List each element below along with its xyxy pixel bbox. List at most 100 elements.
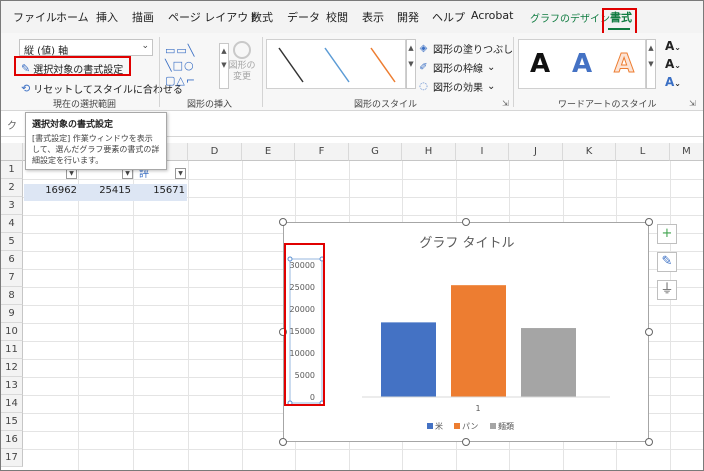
column-header-d[interactable]: D	[188, 143, 242, 161]
column-header-g[interactable]: G	[349, 143, 402, 161]
shape-outline-button[interactable]: ✐ 図形の枠線 ⌄	[418, 60, 495, 75]
tab-insert[interactable]: 挿入	[96, 9, 118, 25]
text-effects-button[interactable]: A⌄	[665, 75, 681, 89]
chart-element-combo[interactable]: 縦 (値) 軸 ⌄	[19, 39, 153, 57]
resize-handle-top-right[interactable]	[645, 218, 653, 226]
resize-handle-bottom[interactable]	[462, 438, 470, 446]
cell-c2[interactable]: 15671	[134, 185, 185, 201]
row-header-17[interactable]: 17	[1, 449, 23, 467]
style-preview-dark-line[interactable]	[278, 47, 304, 83]
style-preview-orange-line[interactable]	[370, 47, 396, 83]
chart-legend[interactable]: 米 パン 麺類	[427, 421, 514, 431]
tab-data[interactable]: データ	[287, 9, 320, 25]
row-header-9[interactable]: 9	[1, 305, 23, 323]
chart-filters-funnel-icon[interactable]: ⏚	[657, 280, 677, 300]
text-outline-button[interactable]: A⌄	[665, 57, 681, 71]
tab-review[interactable]: 校閲	[326, 9, 348, 25]
wordart-scroll[interactable]: ▲ ▼	[646, 39, 656, 89]
filter-dropdown-icon[interactable]: ▼	[175, 168, 186, 179]
y-tick-label: 20000	[290, 305, 315, 314]
wordart-style-orange-outline[interactable]: A	[613, 49, 634, 80]
row-header-8[interactable]: 8	[1, 287, 23, 305]
format-selection-button[interactable]: ✎ 選択対象の書式設定	[21, 61, 123, 76]
row-header-6[interactable]: 6	[1, 251, 23, 269]
tab-page-layout[interactable]: ページ レイアウト	[168, 9, 259, 25]
row-header-16[interactable]: 16	[1, 431, 23, 449]
resize-handle-bottom-right[interactable]	[645, 438, 653, 446]
active-tab-indicator	[608, 28, 630, 30]
resize-handle-top[interactable]	[462, 218, 470, 226]
style-preview-blue-line[interactable]	[324, 47, 350, 83]
tab-format[interactable]: 書式	[610, 9, 632, 25]
axis-selection-handle[interactable]	[319, 256, 325, 262]
row-header-10[interactable]: 10	[1, 323, 23, 341]
chart-elements-plus-icon[interactable]: +	[657, 224, 677, 244]
group-separator	[262, 37, 263, 107]
resize-handle-left[interactable]	[279, 328, 287, 336]
row-header-4[interactable]: 4	[1, 215, 23, 233]
column-header-j[interactable]: J	[509, 143, 563, 161]
shape-style-gallery[interactable]	[266, 39, 406, 89]
name-box[interactable]: ク	[7, 117, 17, 132]
bar-1[interactable]	[381, 322, 436, 397]
row-header-14[interactable]: 14	[1, 395, 23, 413]
tab-file[interactable]: ファイル	[13, 9, 57, 25]
axis-selection-handle[interactable]	[287, 400, 293, 406]
column-header-l[interactable]: L	[616, 143, 670, 161]
row-header-12[interactable]: 12	[1, 359, 23, 377]
text-fill-button[interactable]: A⌄	[665, 39, 681, 53]
tab-developer[interactable]: 開発	[397, 9, 419, 25]
chart-area[interactable]: グラフ タイトル 30000 25000 20000 15000 10000 5000 0 …	[283, 222, 649, 442]
row-header-3[interactable]: 3	[1, 197, 23, 215]
change-shape-icon	[233, 41, 251, 59]
wordart-style-black[interactable]: A	[530, 49, 550, 79]
tab-home[interactable]: ホーム	[56, 9, 89, 25]
bar-3[interactable]	[521, 328, 576, 397]
change-shape-button[interactable]: 図形の変更	[227, 41, 257, 83]
tab-draw[interactable]: 描画	[132, 9, 154, 25]
legend-label-2: パン	[462, 422, 478, 431]
tab-help[interactable]: ヘルプ	[432, 9, 465, 25]
column-header-k[interactable]: K	[563, 143, 616, 161]
axis-selection-handle[interactable]	[319, 400, 325, 406]
column-header-e[interactable]: E	[242, 143, 295, 161]
tab-view[interactable]: 表示	[362, 9, 384, 25]
tab-formulas[interactable]: 数式	[251, 9, 273, 25]
row-header-13[interactable]: 13	[1, 377, 23, 395]
row-header-7[interactable]: 7	[1, 269, 23, 287]
row-header-5[interactable]: 5	[1, 233, 23, 251]
group-label-insert-shapes: 図形の挿入	[187, 100, 233, 110]
wordart-style-gallery[interactable]: A A A	[518, 39, 646, 89]
shape-style-scroll[interactable]: ▲ ▼	[406, 39, 416, 89]
chart-plot[interactable]: グラフ タイトル 300002500020000150001000050000 …	[284, 223, 650, 443]
gridline	[242, 161, 243, 470]
row-header-11[interactable]: 11	[1, 341, 23, 359]
row-header-1[interactable]: 1	[1, 161, 23, 179]
vertical-value-axis[interactable]: 30000 25000 20000 15000 10000 5000 0	[287, 256, 325, 406]
bar-2[interactable]	[451, 285, 506, 397]
column-header-i[interactable]: I	[456, 143, 509, 161]
dialog-launcher-icon[interactable]: ⇲	[689, 99, 696, 108]
column-header-f[interactable]: F	[295, 143, 349, 161]
resize-handle-top-left[interactable]	[279, 218, 287, 226]
chart-title[interactable]: グラフ タイトル	[419, 236, 514, 251]
chart-styles-brush-icon[interactable]: ✎	[657, 252, 677, 272]
shapes-gallery[interactable]: ▭▭╲ ╲□○ ▢△⌐	[165, 43, 217, 89]
resize-handle-bottom-left[interactable]	[279, 438, 287, 446]
series-bars[interactable]	[381, 285, 576, 397]
tab-acrobat[interactable]: Acrobat	[471, 9, 513, 22]
resize-handle-right[interactable]	[645, 328, 653, 336]
column-header-m[interactable]: M	[670, 143, 703, 161]
cell-b2[interactable]: 25415	[79, 185, 131, 201]
category-axis-label[interactable]: 1	[475, 404, 480, 413]
shape-effects-button[interactable]: ◌ 図形の効果 ⌄	[418, 79, 495, 94]
shape-fill-button[interactable]: ◈ 図形の塗りつぶし ⌄	[418, 41, 526, 56]
cell-a2[interactable]: 16962	[25, 185, 77, 201]
row-header-2[interactable]: 2	[1, 179, 23, 197]
wordart-style-blue[interactable]: A	[572, 49, 592, 79]
column-header-h[interactable]: H	[402, 143, 456, 161]
tab-chart-design[interactable]: グラフのデザイン	[530, 10, 610, 25]
row-header-15[interactable]: 15	[1, 413, 23, 431]
dialog-launcher-icon[interactable]: ⇲	[502, 99, 509, 108]
select-all-corner[interactable]	[1, 143, 23, 161]
